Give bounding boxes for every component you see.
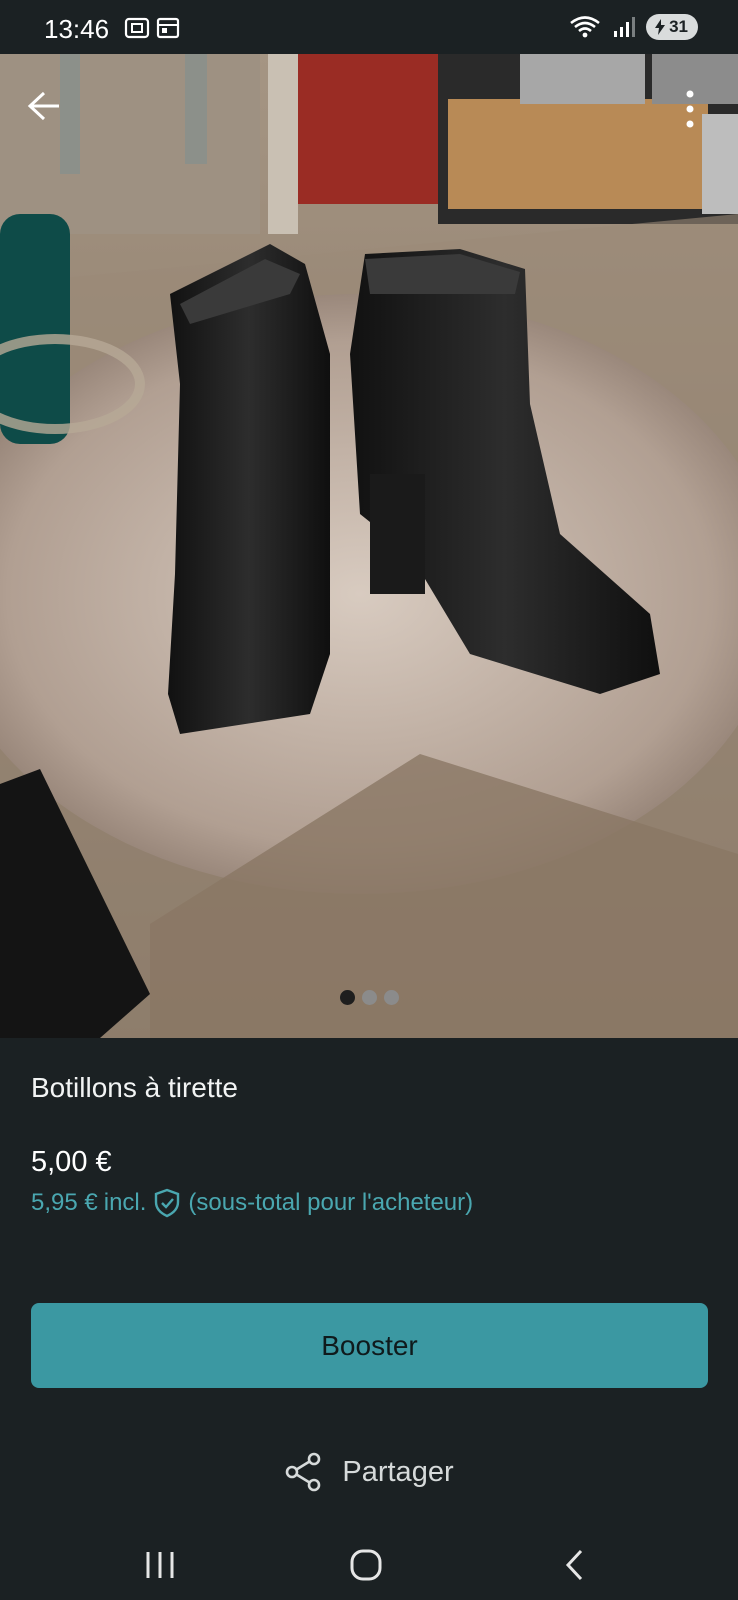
status-system-icons: 31 xyxy=(568,14,698,40)
share-button[interactable]: Partager xyxy=(0,1452,738,1492)
battery-level: 31 xyxy=(669,17,688,36)
calendar-icon xyxy=(156,17,180,39)
screenshot-icon xyxy=(124,17,150,39)
status-notification-icons xyxy=(124,16,180,40)
item-photo xyxy=(0,54,738,1038)
status-bar: 13:46 31 xyxy=(0,0,738,54)
share-icon xyxy=(286,1452,321,1492)
share-label: Partager xyxy=(342,1455,454,1488)
pagination-dot-2[interactable] xyxy=(361,990,377,1005)
system-back-button[interactable] xyxy=(544,1542,604,1588)
item-photo-gallery[interactable] xyxy=(0,54,738,1038)
home-button[interactable] xyxy=(336,1542,396,1588)
arrow-left-icon xyxy=(27,91,59,121)
signal-icon xyxy=(614,17,636,37)
chevron-left-icon xyxy=(565,1549,583,1581)
item-price: 5,00 € xyxy=(31,1146,112,1178)
more-vertical-icon xyxy=(686,90,694,128)
wifi-icon xyxy=(570,16,600,38)
buyer-total-incl-label: incl. xyxy=(103,1189,147,1216)
pagination-dot-1[interactable] xyxy=(339,990,355,1005)
gallery-pagination xyxy=(0,990,738,1005)
system-navigation-bar xyxy=(0,1530,738,1600)
home-icon xyxy=(350,1549,382,1581)
pagination-dot-3[interactable] xyxy=(383,990,399,1005)
buyer-total-amount: 5,95 € xyxy=(31,1189,98,1216)
recent-apps-icon xyxy=(146,1552,174,1578)
battery-indicator: 31 xyxy=(646,14,698,40)
recent-apps-button[interactable] xyxy=(130,1542,190,1588)
shield-check-icon xyxy=(152,1188,182,1218)
booster-button[interactable]: Booster xyxy=(31,1303,708,1388)
more-options-button[interactable] xyxy=(672,84,708,134)
charging-icon xyxy=(655,19,666,35)
buyer-total-note: (sous-total pour l'acheteur) xyxy=(188,1189,474,1216)
back-button[interactable] xyxy=(22,84,66,128)
buyer-total-info[interactable]: 5,95 € incl. (sous-total pour l'acheteur… xyxy=(31,1188,473,1218)
item-detail-screen: 13:46 31 Botillons à tirette 5,00 € 5,95… xyxy=(0,0,738,1600)
item-title: Botillons à tirette xyxy=(31,1072,238,1103)
status-time: 13:46 xyxy=(44,14,110,44)
